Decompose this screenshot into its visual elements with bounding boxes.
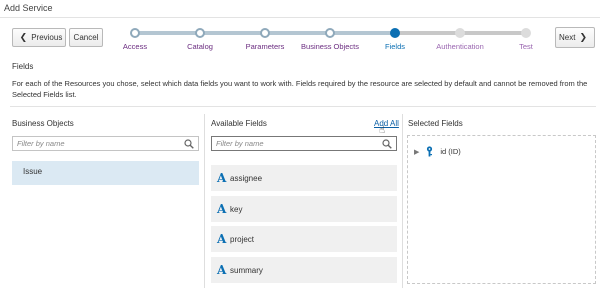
train-step-dot [390, 28, 400, 38]
train-step-dot [260, 28, 270, 38]
section-title: Fields [12, 62, 34, 71]
field-name: project [230, 234, 255, 244]
train-step-dot [195, 28, 205, 38]
available-fields-filter-input[interactable]: Filter by name [211, 136, 397, 151]
section-description: For each of the Resources you chose, sel… [12, 79, 588, 99]
field-name: summary [230, 265, 263, 275]
key-icon [427, 146, 433, 157]
column-separator [204, 114, 205, 288]
mouse-pointer-icon: ☝ [379, 125, 386, 136]
expand-triangle-icon[interactable]: ▶ [414, 148, 419, 156]
available-fields-filter-placeholder: Filter by name [216, 139, 264, 148]
business-objects-label: Business Objects [12, 119, 74, 128]
train-step-dot [521, 28, 531, 38]
available-field-key[interactable]: A key [211, 196, 397, 222]
selected-field-id[interactable]: ▶ id (ID) [414, 146, 461, 157]
business-objects-filter-placeholder: Filter by name [17, 139, 65, 148]
available-field-summary[interactable]: A summary [211, 257, 397, 283]
business-object-issue[interactable]: Issue [12, 161, 199, 185]
search-icon[interactable] [382, 139, 392, 149]
add-all-link[interactable]: Add All [374, 119, 399, 128]
business-objects-filter-input[interactable]: Filter by name [12, 136, 199, 151]
field-name: assignee [230, 173, 263, 183]
selected-field-name: id (ID) [440, 147, 461, 156]
selected-fields-label: Selected Fields [408, 119, 463, 128]
chevron-left-icon: ❮ [19, 32, 28, 42]
chevron-right-icon: ❯ [579, 32, 587, 42]
previous-button[interactable]: ❮ Previous [12, 28, 66, 47]
text-type-icon: A [217, 263, 227, 277]
train-step-dot [455, 28, 465, 38]
train-step-dot [325, 28, 335, 38]
previous-button-label: Previous [31, 33, 63, 42]
dialog-title: Add Service [0, 0, 600, 18]
text-type-icon: A [217, 232, 227, 246]
train-step-label: Test [519, 42, 533, 51]
wizard-train: Access Catalog Parameters Business Objects F… [123, 28, 533, 58]
available-field-assignee[interactable]: A assignee [211, 165, 397, 191]
section-divider [10, 106, 596, 107]
text-type-icon: A [217, 202, 227, 216]
search-icon[interactable] [184, 139, 194, 149]
text-type-icon: A [217, 171, 227, 185]
field-name: key [230, 204, 243, 214]
available-fields-label: Available Fields [211, 119, 267, 128]
available-field-project[interactable]: A project [211, 226, 397, 252]
train-step-dot [130, 28, 140, 38]
column-separator [402, 114, 403, 288]
selected-fields-drop-area[interactable]: ▶ id (ID) [407, 135, 596, 284]
train-step-test: Test [486, 28, 566, 51]
